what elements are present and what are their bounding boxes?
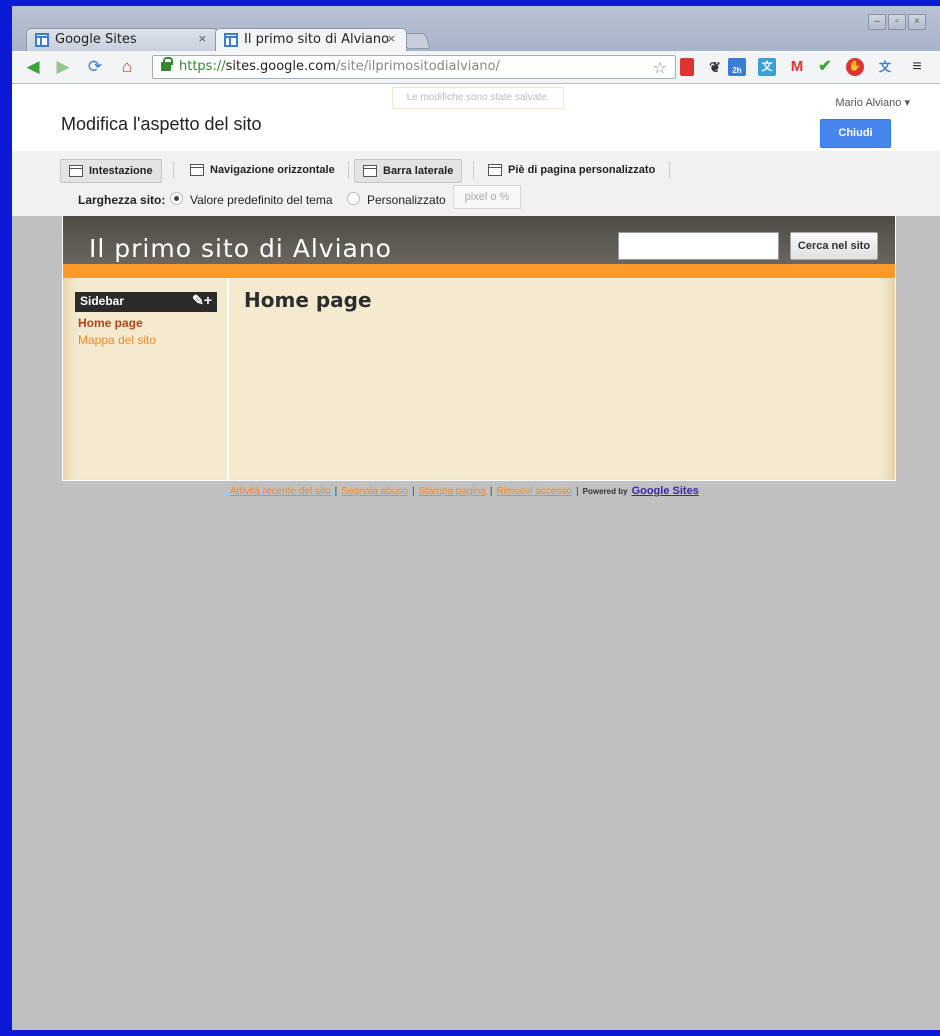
tab-pie-di-pagina[interactable]: Piè di pagina personalizzato <box>480 159 663 183</box>
user-menu[interactable]: Mario Alviano ▾ <box>835 96 910 109</box>
forward-icon[interactable]: ▶ <box>52 56 74 78</box>
tab-close-icon[interactable]: × <box>198 32 207 45</box>
sidebar-title: Sidebar <box>80 294 125 308</box>
url-scheme: https:// <box>179 59 226 74</box>
footer-link-remove-access[interactable]: Rimuovi accesso <box>496 486 572 497</box>
content-title: Home page <box>244 288 372 312</box>
address-bar[interactable]: https://sites.google.com/site/ilprimosit… <box>152 55 676 79</box>
maximize-icon[interactable]: ▫ <box>888 14 906 30</box>
close-window-icon[interactable]: × <box>908 14 926 30</box>
chevron-down-icon: ▾ <box>904 97 910 109</box>
powered-by-label: Powered by <box>582 487 628 496</box>
footer-link-abuse[interactable]: Segnala abuso <box>341 486 408 497</box>
footer-separator: | <box>411 486 415 497</box>
radio-custom-width[interactable] <box>347 192 360 205</box>
check-icon[interactable]: ✔ <box>816 58 834 76</box>
site-preview: Il primo sito di Alviano Cerca nel sito … <box>62 216 896 481</box>
header-layout-icon <box>69 165 83 177</box>
custom-width-input[interactable]: pixel o % <box>453 185 521 209</box>
back-icon[interactable]: ◀ <box>22 56 44 78</box>
site-header: Il primo sito di Alviano Cerca nel sito <box>63 216 895 264</box>
calendar-badge: 2h <box>732 66 742 75</box>
footer-separator: | <box>334 486 338 497</box>
url-host: sites.google.com <box>225 59 336 74</box>
stop-icon[interactable]: ✋ <box>846 58 864 76</box>
site-search-button[interactable]: Cerca nel sito <box>790 232 878 260</box>
tab-label: Intestazione <box>89 165 153 177</box>
evernote-icon[interactable]: ❦ <box>706 58 724 76</box>
translate-icon[interactable]: 文 <box>758 58 776 76</box>
tab-strip: Google Sites × Il primo sito di Alviano … <box>12 6 940 51</box>
footer-separator: | <box>489 486 493 497</box>
site-search-input[interactable] <box>618 232 779 260</box>
footer-link-recent[interactable]: Attività recente del sito <box>230 486 331 497</box>
sidebar-item-home[interactable]: Home page <box>78 316 143 330</box>
header-accent-bar <box>63 264 895 278</box>
calendar-icon[interactable]: 2h <box>728 58 746 76</box>
sidebar-layout-icon <box>363 165 377 177</box>
minimize-icon[interactable]: – <box>868 14 886 30</box>
site-width-label: Larghezza sito: <box>78 193 166 207</box>
saved-notification: Le modifiche sono state salvate. <box>392 87 564 109</box>
url-path: /site/ilprimositodialviano/ <box>335 59 500 74</box>
tab-intestazione[interactable]: Intestazione <box>60 159 162 183</box>
close-button[interactable]: Chiudi <box>820 119 891 148</box>
site-sidebar: Sidebar ✎+ Home page Mappa del sito <box>63 278 229 480</box>
divider <box>473 161 474 179</box>
tab-google-sites[interactable]: Google Sites × <box>26 28 218 51</box>
divider <box>173 161 174 179</box>
tab-label: Barra laterale <box>383 165 454 177</box>
sidebar-header: Sidebar ✎+ <box>75 292 217 312</box>
footer-separator: | <box>576 486 579 497</box>
bookmark-red-icon[interactable] <box>680 58 694 76</box>
menu-icon[interactable]: ≡ <box>908 58 926 76</box>
sites-favicon-icon <box>35 33 49 47</box>
tab-label: Piè di pagina personalizzato <box>508 164 656 176</box>
gmail-icon[interactable]: M <box>788 58 806 76</box>
radio-default-width[interactable] <box>170 192 183 205</box>
tab-primo-sito[interactable]: Il primo sito di Alviano × <box>215 28 407 51</box>
site-editor-panel: Le modifiche sono state salvate. Mario A… <box>12 84 940 216</box>
tab-navigazione-orizzontale[interactable]: Navigazione orizzontale <box>182 159 343 183</box>
sidebar-item-sitemap[interactable]: Mappa del sito <box>78 333 156 347</box>
lock-icon <box>161 57 173 71</box>
page-title: Modifica l'aspetto del sito <box>61 114 262 134</box>
sidebar-edit-icon[interactable]: ✎+ <box>192 292 212 309</box>
reload-icon[interactable]: ⟳ <box>84 56 106 78</box>
sites-favicon-icon <box>224 33 238 47</box>
radio-custom-label: Personalizzato <box>367 193 446 207</box>
browser-toolbar: ◀ ▶ ⟳ ⌂ https://sites.google.com/site/il… <box>12 51 940 84</box>
home-icon[interactable]: ⌂ <box>116 56 138 78</box>
translate-icon[interactable]: 文 <box>876 58 894 76</box>
bookmark-star-icon[interactable]: ☆ <box>653 58 667 77</box>
google-sites-link[interactable]: Google Sites <box>632 485 699 497</box>
footer-layout-icon <box>488 164 502 176</box>
site-footer: Attività recente del sito | Segnala abuso |… <box>230 485 699 497</box>
nav-layout-icon <box>190 164 204 176</box>
radio-default-label: Valore predefinito del tema <box>190 193 333 207</box>
divider <box>669 161 670 179</box>
tab-barra-laterale[interactable]: Barra laterale <box>354 159 463 183</box>
tab-title: Google Sites <box>55 32 137 47</box>
tab-close-icon[interactable]: × <box>387 32 396 45</box>
divider <box>348 161 349 179</box>
site-title[interactable]: Il primo sito di Alviano <box>89 234 392 263</box>
user-name: Mario Alviano <box>835 97 902 109</box>
edit-toolbar: Intestazione Navigazione orizzontale Bar… <box>12 151 940 216</box>
browser-window: Google Sites × Il primo sito di Alviano … <box>12 6 940 1030</box>
footer-link-print[interactable]: Stampa pagina <box>419 486 486 497</box>
tab-title: Il primo sito di Alviano <box>244 32 390 47</box>
site-body: Sidebar ✎+ Home page Mappa del sito Home… <box>63 278 895 480</box>
tab-label: Navigazione orizzontale <box>210 164 335 176</box>
